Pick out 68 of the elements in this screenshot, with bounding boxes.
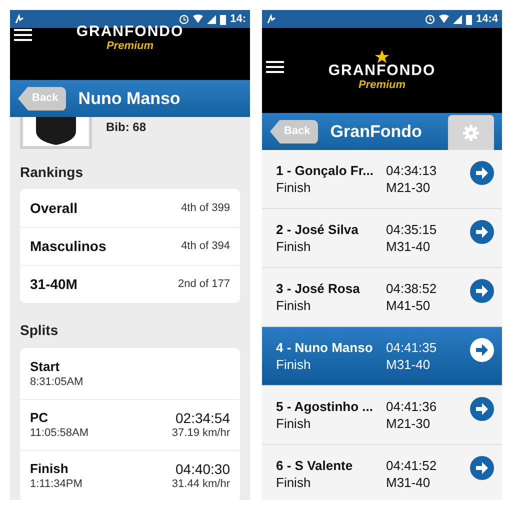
runner-name: 4 - Nuno Manso [276, 339, 374, 356]
wifi-icon [193, 14, 204, 24]
runner-name: 2 - José Silva [276, 221, 360, 238]
settings-icon [463, 124, 479, 140]
finish-time: 04:41:35 [386, 339, 438, 356]
runner-name: 1 - Gonçalo Fr... [276, 162, 375, 179]
runner-status: Finish [276, 474, 312, 491]
split-speed: 37.19 km/hr [172, 426, 230, 440]
ranking-value: 4th of 399 [181, 200, 230, 216]
finish-time: 04:41:36 [386, 398, 438, 415]
signal-icon [452, 14, 462, 24]
split-time: 04:40:30 [176, 461, 230, 477]
menu-icon [14, 28, 32, 42]
section-heading: Splits [20, 321, 60, 340]
ranking-label: 31-40M [30, 275, 78, 294]
split-label: Start [30, 358, 61, 374]
logo-text: GRANFONDO [76, 24, 184, 40]
age-category: M31-40 [386, 474, 432, 491]
status-time: 14:4 [476, 12, 498, 27]
alarm-icon [424, 14, 435, 24]
status-time: 14: [230, 12, 246, 27]
runner-status: Finish [276, 179, 312, 196]
battery-icon [466, 14, 472, 24]
finish-time: 04:38:52 [386, 280, 438, 297]
age-category: M31-40 [386, 356, 432, 373]
screen-title: GranFondo [330, 120, 422, 143]
finish-time: 04:41:52 [386, 457, 438, 474]
notification-icon [14, 14, 24, 24]
ranking-label: Masculinos [30, 237, 106, 256]
menu-icon [266, 60, 284, 74]
star-icon [375, 50, 389, 63]
runner-status: Finish [276, 297, 312, 314]
runner-status: Finish [276, 415, 312, 432]
runner-name: 5 - Agostinho ... [276, 398, 374, 415]
alarm-icon [179, 14, 190, 24]
logo-tagline: Premium [106, 40, 154, 52]
result-row[interactable]: 4 - Nuno Manso Finish 04:41:35 M31-40 [262, 327, 502, 386]
logo-tagline: Premium [358, 79, 406, 91]
age-category: M41-50 [386, 297, 432, 314]
battery-icon [220, 14, 226, 24]
split-label: PC [30, 410, 50, 426]
wifi-icon [438, 14, 449, 24]
screen-title: Nuno Manso [78, 88, 180, 110]
age-category: M21-30 [386, 179, 432, 196]
signal-icon [207, 14, 216, 24]
split-time: 02:34:54 [176, 410, 230, 426]
split-clock: 1:11:34PM [30, 477, 82, 491]
split-clock: 8:31:05AM [30, 374, 84, 388]
settings-button[interactable] [448, 115, 494, 150]
finish-time: 04:35:15 [386, 221, 438, 238]
ranking-label: Overall [30, 198, 78, 218]
section-heading: Rankings [20, 163, 84, 182]
runner-name: 6 - S Valente [276, 457, 354, 474]
runner-name: 3 - José Rosa [276, 280, 361, 297]
notification-icon [266, 14, 276, 24]
ranking-value: 2nd of 177 [178, 277, 230, 292]
runner-status: Finish [276, 356, 312, 373]
split-label: Finish [30, 461, 70, 477]
bib-number: Bib: 68 [106, 119, 146, 136]
age-category: M21-30 [386, 415, 432, 432]
age-category: M31-40 [386, 238, 432, 255]
ranking-value: 4th of 394 [181, 239, 230, 254]
split-clock: 11:05:58AM [30, 426, 89, 440]
split-speed: 31.44 km/hr [172, 477, 230, 491]
runner-status: Finish [276, 238, 312, 255]
logo-text: GRANFONDO [328, 63, 436, 79]
shield-icon [36, 117, 76, 145]
finish-time: 04:34:13 [386, 162, 438, 179]
